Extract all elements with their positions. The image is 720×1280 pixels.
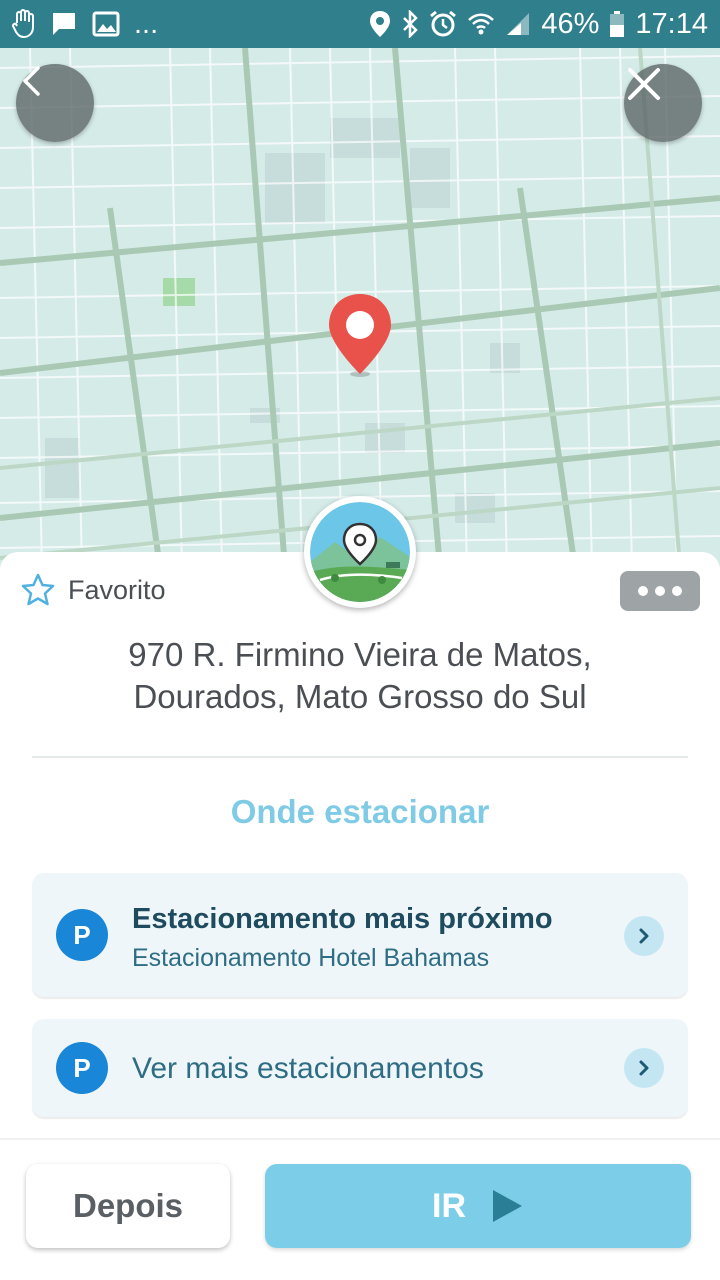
dot-icon — [655, 586, 665, 596]
battery-icon — [609, 10, 625, 38]
more-parking-title: Ver mais estacionamentos — [132, 1052, 484, 1085]
address-line-2: Dourados, Mato Grosso do Sul — [133, 678, 587, 715]
parking-icon: P — [56, 909, 108, 961]
chat-icon — [50, 10, 78, 38]
nearest-parking-name: Estacionamento Hotel Bahamas — [132, 944, 490, 972]
location-icon — [369, 10, 391, 38]
image-icon — [92, 11, 120, 37]
signal-icon — [505, 11, 531, 37]
later-button[interactable]: Depois — [26, 1164, 230, 1248]
place-avatar — [304, 496, 416, 608]
play-icon — [493, 1190, 522, 1222]
close-icon — [628, 68, 660, 100]
status-bar: ... 46% 17:14 — [0, 0, 720, 48]
dot-icon — [672, 586, 682, 596]
go-label: IR — [432, 1186, 466, 1225]
more-parking-card[interactable]: P Ver mais estacionamentos — [32, 1019, 688, 1117]
hand-icon — [12, 9, 36, 39]
wifi-icon — [467, 11, 495, 37]
address: 970 R. Firmino Vieira de Matos, Dourados… — [60, 634, 660, 718]
map-view[interactable] — [0, 48, 720, 568]
nearest-parking-title: Estacionamento mais próximo — [132, 903, 553, 935]
parking-section-title: Onde estacionar — [230, 793, 490, 830]
favorite-toggle[interactable]: Favorito — [20, 572, 166, 608]
bluetooth-icon — [401, 10, 419, 38]
star-icon — [21, 573, 55, 606]
actions-divider — [0, 1138, 720, 1140]
dot-icon — [638, 586, 648, 596]
place-illustration-icon — [310, 502, 410, 602]
alarm-icon — [429, 10, 457, 38]
more-notifications: ... — [134, 7, 159, 40]
nearest-parking-card[interactable]: P Estacionamento mais próximo Estacionam… — [32, 873, 688, 997]
divider — [32, 756, 688, 758]
battery-percent: 46% — [541, 7, 600, 40]
address-line-1: 970 R. Firmino Vieira de Matos, — [128, 636, 592, 673]
clock: 17:14 — [635, 7, 708, 40]
chevron-right-icon — [624, 916, 664, 956]
favorite-label: Favorito — [68, 574, 166, 605]
go-button[interactable]: IR — [265, 1164, 691, 1248]
parking-icon: P — [56, 1042, 108, 1094]
chevron-left-icon — [23, 66, 40, 96]
back-button[interactable] — [16, 64, 94, 142]
close-button[interactable] — [624, 64, 702, 142]
more-options-button[interactable] — [620, 571, 700, 611]
chevron-right-icon — [624, 1048, 664, 1088]
